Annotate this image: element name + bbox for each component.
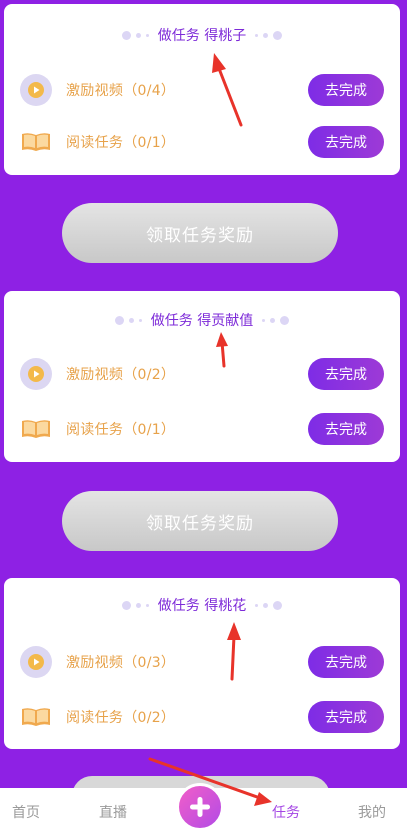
book-icon xyxy=(20,417,52,441)
task-card-peach: 做任务 得桃子 激励视频（0/4） 去完成 阅读任务（0/1） 去完成 xyxy=(4,4,400,175)
add-plus-button[interactable] xyxy=(176,783,224,831)
decor-dot xyxy=(273,600,283,610)
decor-dot xyxy=(145,33,149,37)
card-title: 做任务 得桃花 xyxy=(4,594,400,616)
go-complete-button[interactable]: 去完成 xyxy=(308,701,384,733)
card-title-text: 做任务 得桃子 xyxy=(157,28,247,44)
card-title-text: 做任务 得桃花 xyxy=(157,598,247,614)
task-row-reading: 阅读任务（0/1） 去完成 xyxy=(20,411,384,447)
go-complete-button[interactable]: 去完成 xyxy=(308,646,384,678)
decor-dot xyxy=(273,30,283,40)
task-card-peach-blossom: 做任务 得桃花 激励视频（0/3） 去完成 阅读任务（0/2） 去完成 xyxy=(4,578,400,749)
card-title: 做任务 得桃子 xyxy=(4,24,400,46)
play-icon xyxy=(20,646,52,678)
decor-dot xyxy=(128,317,134,323)
book-icon xyxy=(20,130,52,154)
decor-dot xyxy=(145,603,149,607)
go-complete-button[interactable]: 去完成 xyxy=(308,126,384,158)
go-complete-button[interactable]: 去完成 xyxy=(308,74,384,106)
task-row-reading: 阅读任务（0/2） 去完成 xyxy=(20,699,384,735)
task-label: 阅读任务（0/2） xyxy=(66,710,176,726)
task-label: 激励视频（0/2） xyxy=(66,367,176,383)
go-complete-button[interactable]: 去完成 xyxy=(308,413,384,445)
decor-dot xyxy=(135,602,141,608)
task-label: 阅读任务（0/1） xyxy=(66,422,176,438)
task-row-reading: 阅读任务（0/1） 去完成 xyxy=(20,124,384,160)
decor-dot xyxy=(263,602,269,608)
play-icon xyxy=(20,74,52,106)
claim-reward-button[interactable]: 领取任务奖励 xyxy=(62,203,338,263)
decor-dot xyxy=(262,318,266,322)
task-label: 阅读任务（0/1） xyxy=(66,135,176,151)
decor-dot xyxy=(121,30,131,40)
nav-tasks[interactable]: 任务 xyxy=(272,802,300,822)
decor-dot xyxy=(270,317,276,323)
plus-icon xyxy=(190,797,210,817)
card-title: 做任务 得贡献值 xyxy=(4,309,400,331)
task-label: 激励视频（0/4） xyxy=(66,83,176,99)
decor-dot xyxy=(114,315,124,325)
go-complete-button[interactable]: 去完成 xyxy=(308,358,384,390)
decor-dot xyxy=(280,315,290,325)
task-row-video: 激励视频（0/2） 去完成 xyxy=(20,356,384,392)
nav-mine[interactable]: 我的 xyxy=(358,802,386,822)
claim-reward-button[interactable]: 领取任务奖励 xyxy=(62,491,338,551)
task-row-video: 激励视频（0/3） 去完成 xyxy=(20,644,384,680)
book-icon xyxy=(20,705,52,729)
play-icon xyxy=(20,358,52,390)
task-card-contribution: 做任务 得贡献值 激励视频（0/2） 去完成 阅读任务（0/1） 去完成 xyxy=(4,291,400,462)
decor-dot xyxy=(121,600,131,610)
decor-dot xyxy=(255,33,259,37)
decor-dot xyxy=(263,32,269,38)
task-label: 激励视频（0/3） xyxy=(66,655,176,671)
decor-dot xyxy=(135,32,141,38)
decor-dot xyxy=(255,603,259,607)
card-title-text: 做任务 得贡献值 xyxy=(150,313,254,329)
decor-dot xyxy=(138,318,142,322)
nav-live[interactable]: 直播 xyxy=(99,802,127,822)
task-row-video: 激励视频（0/4） 去完成 xyxy=(20,72,384,108)
nav-home[interactable]: 首页 xyxy=(12,802,40,822)
